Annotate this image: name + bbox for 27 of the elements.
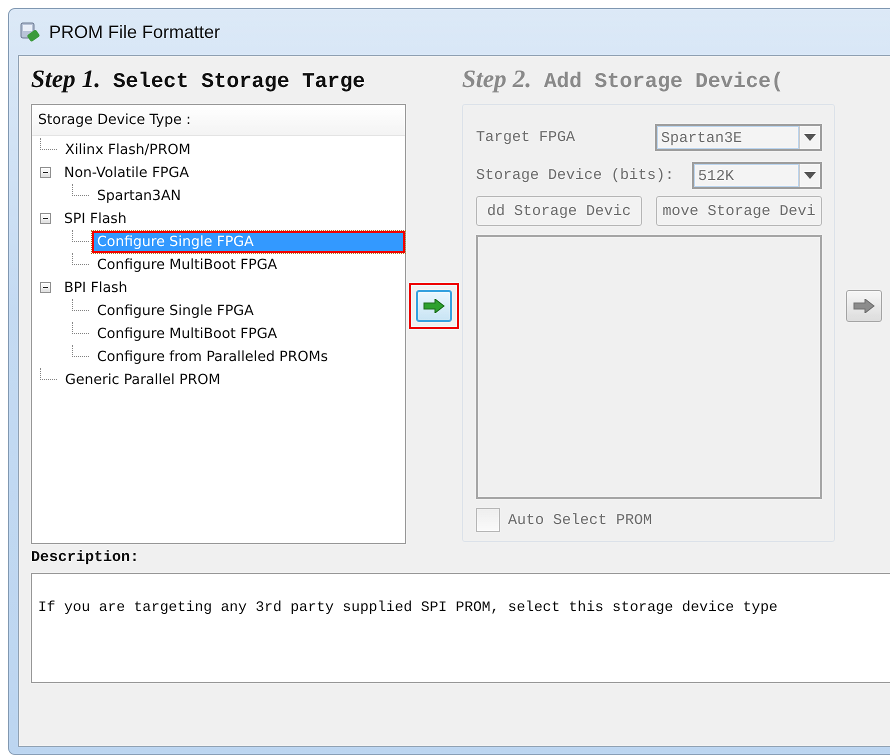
tree-item[interactable]: Non-Volatile FPGA (59, 162, 194, 184)
collapse-icon[interactable] (40, 167, 51, 178)
checkbox-label: Auto Select PROM (508, 512, 652, 528)
app-icon (19, 21, 41, 43)
field-label: Storage Device (bits): (476, 166, 674, 184)
step-heading: Step 1. Select Storage Targe (31, 65, 366, 96)
dropdown-arrow-icon (804, 172, 816, 178)
next-button[interactable] (416, 290, 452, 322)
description-label: Description: (31, 548, 140, 568)
tree-item[interactable]: Spartan3AN (92, 184, 186, 206)
field-label: Target FPGA (476, 128, 576, 146)
arrow-right-icon (423, 299, 445, 313)
arrow-right-icon (853, 299, 875, 313)
dropdown-arrow-icon (804, 134, 816, 140)
tree-item[interactable]: Xilinx Flash/PROM (60, 138, 196, 160)
collapse-icon[interactable] (40, 213, 51, 224)
tree-item[interactable]: Configure from Paralleled PROMs (92, 346, 333, 368)
tree-item[interactable]: Configure Single FPGA (92, 300, 259, 322)
tree-item[interactable]: Configure MultiBoot FPGA (92, 254, 282, 276)
tree-item[interactable]: Configure MultiBoot FPGA (92, 322, 282, 344)
tree-item[interactable]: SPI Flash (59, 208, 132, 230)
tree-item[interactable]: Generic Parallel PROM (60, 368, 226, 390)
tree-item[interactable]: BPI Flash (59, 276, 132, 298)
step-heading: Step 2. Add Storage Device( (462, 65, 784, 96)
window-title: PROM File Formatter (49, 22, 220, 42)
collapse-icon[interactable] (40, 282, 51, 293)
description-text: If you are targeting any 3rd party supplied SPI PROM, select this storage device type (38, 600, 778, 616)
